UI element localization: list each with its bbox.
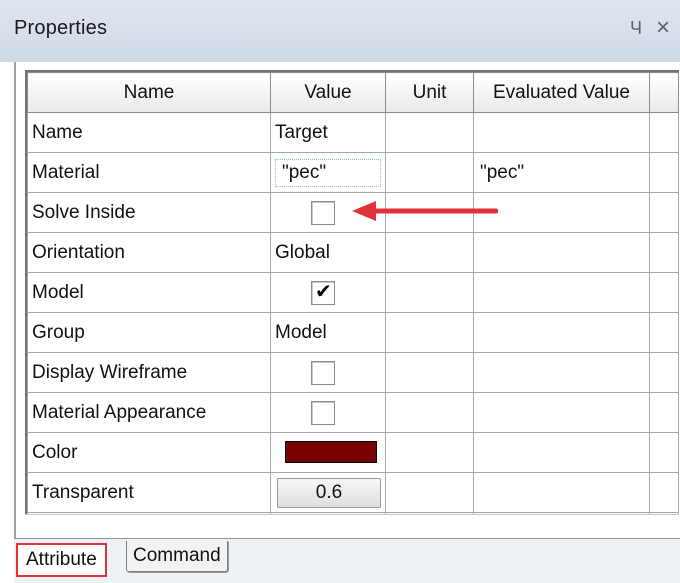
property-evaluated-value [473,232,650,273]
row-spacer [649,312,679,353]
property-unit[interactable] [385,432,474,473]
tab-strip: Attribute Command [14,538,680,583]
property-name: Solve Inside [27,192,271,233]
property-unit[interactable] [385,112,474,153]
row-spacer [649,192,679,233]
property-unit[interactable] [385,352,474,393]
horizontal-scroll-area[interactable] [25,514,679,537]
property-unit[interactable] [385,152,474,193]
row-spacer [649,472,679,513]
property-name: Group [27,312,271,353]
property-value[interactable]: Model [275,322,327,343]
pin-icon[interactable]: Ч [626,18,646,39]
property-value-cell[interactable]: "pec" [270,152,386,193]
property-evaluated-value [473,352,650,393]
column-header-name[interactable]: Name [27,72,271,113]
property-row[interactable]: Name Target [27,112,679,153]
row-spacer [649,152,679,193]
properties-table: Name Value Unit Evaluated Value Name Targ… [27,72,679,528]
property-evaluated-value: "pec" [473,152,650,193]
panel-titlebar: Properties Ч × [0,0,680,62]
row-spacer [649,432,679,473]
property-value-cell[interactable]: Model [270,312,386,353]
property-value-cell[interactable]: ✔ [270,272,386,313]
property-unit[interactable] [385,392,474,433]
property-value-cell[interactable]: 0.6 [270,472,386,513]
property-value-cell[interactable] [270,352,386,393]
property-name: Orientation [27,232,271,273]
property-name: Name [27,112,271,153]
property-checkbox[interactable] [311,360,335,385]
column-header-unit[interactable]: Unit [385,72,474,113]
property-row[interactable]: Orientation Global [27,232,679,273]
tab-command[interactable]: Command [126,541,228,572]
material-value-field[interactable]: "pec" [275,158,381,187]
property-value-cell[interactable] [270,392,386,433]
transparency-value-button[interactable]: 0.6 [277,477,381,508]
checkmark-icon: ✔ [315,280,332,303]
property-evaluated-value [473,192,650,233]
property-row[interactable]: Group Model [27,312,679,353]
property-value[interactable]: Target [275,122,328,143]
property-row[interactable]: Material Appearance [27,392,679,433]
property-name: Material Appearance [27,392,271,433]
property-unit[interactable] [385,272,474,313]
property-checkbox[interactable] [311,200,335,225]
property-evaluated-value [473,392,650,433]
column-header-spacer [649,72,679,113]
column-header-value[interactable]: Value [270,72,386,113]
property-value-cell[interactable]: Target [270,112,386,153]
close-icon[interactable]: × [656,14,670,42]
property-evaluated-value [473,272,650,313]
property-value[interactable]: Global [275,242,330,263]
property-row[interactable]: Display Wireframe [27,352,679,393]
property-unit[interactable] [385,472,474,513]
property-row[interactable]: Color [27,432,679,473]
property-name: Model [27,272,271,313]
property-row[interactable]: Material "pec" "pec" [27,152,679,193]
color-swatch[interactable] [285,441,377,464]
property-value-cell[interactable] [270,432,386,473]
property-evaluated-value [473,472,650,513]
property-evaluated-value [473,432,650,473]
row-spacer [649,392,679,433]
header-row: Name Value Unit Evaluated Value [27,72,679,113]
property-name: Color [27,432,271,473]
column-header-evaluated-value[interactable]: Evaluated Value [473,72,650,113]
property-name: Transparent [27,472,271,513]
row-spacer [649,272,679,313]
row-spacer [649,232,679,273]
property-evaluated-value [473,312,650,353]
panel-title: Properties [14,17,108,39]
property-row[interactable]: Model ✔ [27,272,679,313]
property-name: Display Wireframe [27,352,271,393]
property-name: Material [27,152,271,193]
property-checkbox[interactable] [311,400,335,425]
property-row[interactable]: Transparent 0.6 [27,472,679,513]
tab-attribute[interactable]: Attribute [16,543,107,577]
property-value-cell[interactable]: Global [270,232,386,273]
property-unit[interactable] [385,312,474,353]
row-spacer [649,112,679,153]
property-checkbox[interactable]: ✔ [311,280,335,305]
properties-grid: Name Value Unit Evaluated Value Name Targ… [25,70,679,528]
annotation-arrow [352,201,498,221]
row-spacer [649,352,679,393]
property-evaluated-value [473,112,650,153]
property-unit[interactable] [385,232,474,273]
